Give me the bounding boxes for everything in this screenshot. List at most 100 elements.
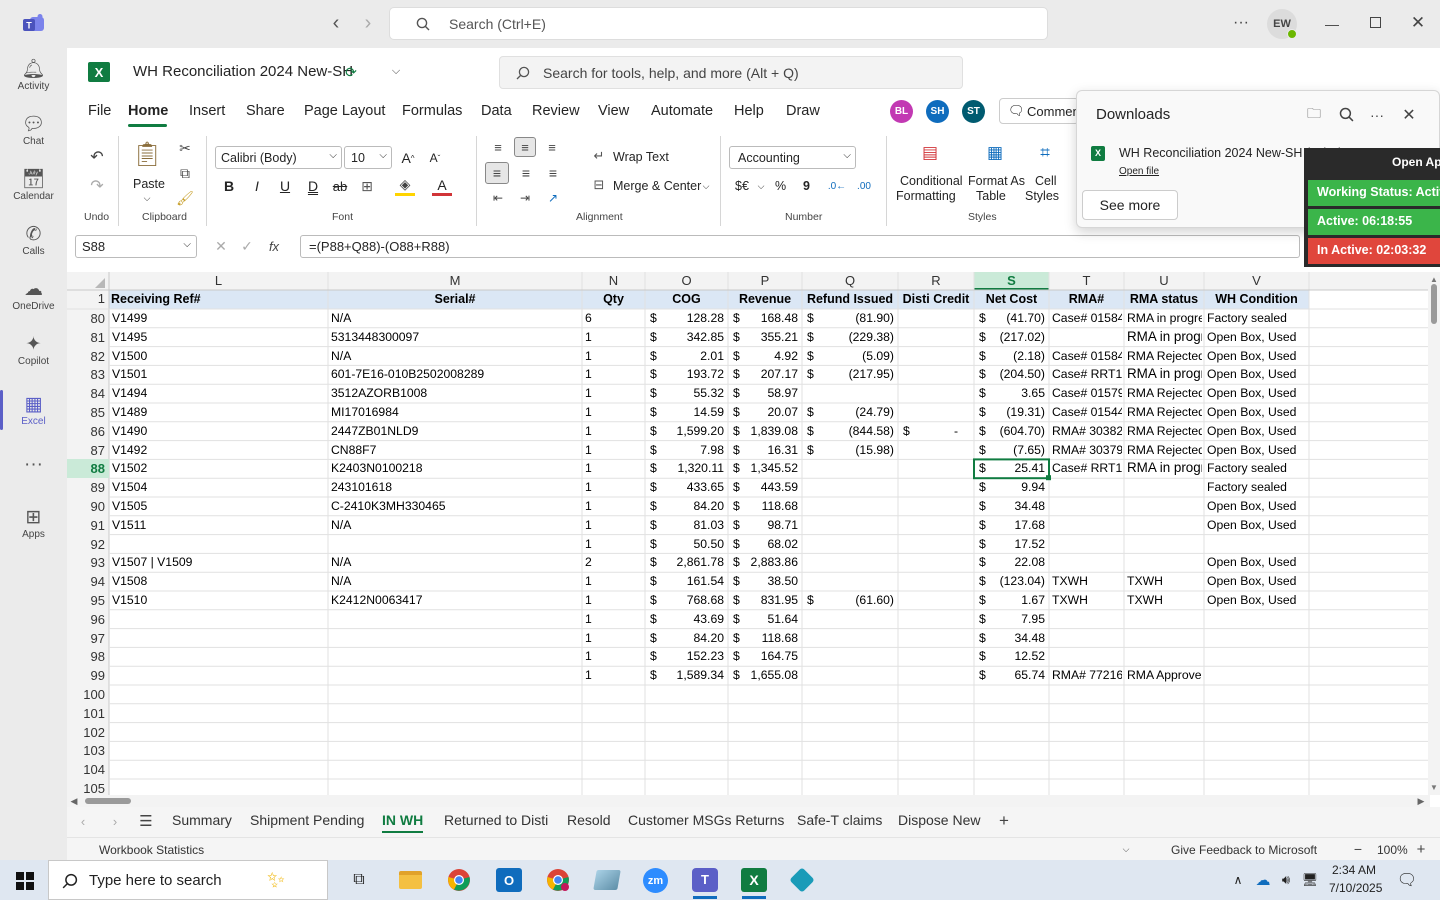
- data-cell[interactable]: 38.50: [742, 574, 799, 588]
- data-cell[interactable]: RMA Approved: [1127, 668, 1202, 682]
- data-cell[interactable]: V1505: [112, 499, 326, 513]
- data-cell[interactable]: Factory sealed: [1207, 461, 1307, 475]
- percent-button[interactable]: %: [775, 179, 786, 193]
- vertical-scrollbar[interactable]: ▲ ▼: [1428, 272, 1440, 795]
- clock-time[interactable]: 2:34 AM: [1332, 863, 1376, 877]
- data-cell[interactable]: RMA Rejected: [1127, 424, 1202, 438]
- data-cell[interactable]: 84.20: [659, 499, 725, 513]
- data-cell[interactable]: V1500: [112, 349, 326, 363]
- data-cell[interactable]: 1: [585, 499, 643, 513]
- data-cell[interactable]: N/A: [331, 518, 580, 532]
- sheet-tab[interactable]: Customer MSGs Returns: [628, 812, 784, 828]
- onedrive-tray-icon[interactable]: ☁︎: [1253, 871, 1273, 889]
- align-bottom-icon[interactable]: ≡: [542, 138, 562, 156]
- clock-date[interactable]: 7/10/2025: [1329, 881, 1382, 895]
- data-cell[interactable]: (123.04): [988, 574, 1045, 588]
- data-cell[interactable]: Open Box, Used: [1207, 593, 1307, 607]
- data-cell[interactable]: 5313448300097: [331, 330, 580, 344]
- data-cell[interactable]: (19.31): [988, 405, 1045, 419]
- row-header[interactable]: 80: [67, 311, 109, 326]
- column-header-p[interactable]: P: [728, 272, 802, 290]
- column-header-n[interactable]: N: [582, 272, 645, 290]
- data-cell[interactable]: 17.68: [988, 518, 1046, 532]
- fill-handle[interactable]: [1046, 475, 1051, 481]
- rail-copilot[interactable]: ✦ Copilot: [0, 323, 67, 377]
- data-cell[interactable]: 1: [585, 349, 643, 363]
- row-header[interactable]: 97: [67, 631, 109, 646]
- data-cell[interactable]: (229.38): [816, 330, 894, 344]
- tab-draw[interactable]: Draw: [786, 103, 820, 119]
- data-cell[interactable]: 168.48: [742, 311, 798, 325]
- data-cell[interactable]: N/A: [331, 311, 580, 325]
- all-sheets-icon[interactable]: ☰: [137, 812, 155, 830]
- data-cell[interactable]: RMA Rejected: [1127, 386, 1202, 400]
- tray-chevron-icon[interactable]: ∧: [1230, 871, 1246, 889]
- data-cell[interactable]: V1489: [112, 405, 326, 419]
- data-cell[interactable]: RMA Rejected: [1127, 405, 1202, 419]
- data-cell[interactable]: 118.68: [742, 499, 798, 513]
- sheet-tab[interactable]: Summary: [172, 812, 232, 828]
- scroll-left-icon[interactable]: ◀: [69, 795, 79, 807]
- column-header-m[interactable]: M: [328, 272, 582, 290]
- network-icon[interactable]: 🖥︎: [1301, 871, 1319, 889]
- data-cell[interactable]: 1.67: [988, 593, 1045, 607]
- status-chevron-icon[interactable]: ⌵: [1120, 843, 1132, 855]
- conditional-label[interactable]: Conditional: [900, 174, 963, 188]
- data-cell[interactable]: Case# RRT126-006110: [1052, 461, 1122, 475]
- collaborator-avatar[interactable]: BL: [890, 100, 913, 123]
- data-cell[interactable]: 81.03: [659, 518, 725, 532]
- decrease-indent-icon[interactable]: ⇤: [488, 189, 508, 207]
- row-header[interactable]: 88: [67, 459, 109, 479]
- column-header-u[interactable]: U: [1124, 272, 1204, 290]
- data-cell[interactable]: 50.50: [659, 537, 725, 551]
- row-header[interactable]: 100: [67, 687, 109, 702]
- rail-more[interactable]: ···: [0, 440, 67, 490]
- data-cell[interactable]: Case# 01544448: [1052, 405, 1122, 419]
- data-cell[interactable]: V1510: [112, 593, 326, 607]
- paste-icon[interactable]: 📋︎: [132, 139, 162, 169]
- decrease-font-icon[interactable]: Aˇ: [425, 149, 445, 167]
- data-cell[interactable]: V1495: [112, 330, 326, 344]
- data-cell[interactable]: Open Box, Used: [1207, 367, 1307, 381]
- increase-decimal-icon[interactable]: .0←: [828, 178, 846, 194]
- column-header-l[interactable]: L: [109, 272, 328, 290]
- formula-input[interactable]: =(P88+Q88)-(O88+R88): [300, 235, 1300, 258]
- data-cell[interactable]: 1: [585, 424, 643, 438]
- double-underline-icon[interactable]: D: [304, 177, 322, 195]
- data-cell[interactable]: 55.32: [659, 386, 725, 400]
- data-cell[interactable]: RMA Rejected: [1127, 349, 1202, 363]
- data-cell[interactable]: 1: [585, 537, 643, 551]
- tab-help[interactable]: Help: [734, 103, 764, 119]
- fill-color-icon[interactable]: ◈: [395, 176, 415, 196]
- data-cell[interactable]: Case# 01584964: [1052, 349, 1122, 363]
- data-cell[interactable]: 433.65: [659, 480, 724, 494]
- spreadsheet-grid[interactable]: L M N O P Q R S T U V 1 Receiving Ref# Serial# Qty COG R…: [67, 272, 1430, 795]
- data-cell[interactable]: 443.59: [742, 480, 798, 494]
- data-cell[interactable]: Case# RRT126-006009: [1052, 367, 1122, 381]
- data-cell[interactable]: TXWH: [1052, 593, 1122, 607]
- data-cell[interactable]: (844.58): [816, 424, 894, 438]
- data-cell[interactable]: Open Box, Used: [1207, 518, 1307, 532]
- data-cell[interactable]: 84.20: [659, 631, 725, 645]
- add-sheet-icon[interactable]: +: [995, 811, 1013, 831]
- name-box[interactable]: S88 ⌵: [75, 235, 197, 258]
- font-name-select[interactable]: Calibri (Body) ⌵: [215, 146, 342, 169]
- data-cell[interactable]: 34.48: [988, 499, 1046, 513]
- bold-icon[interactable]: B: [220, 177, 238, 195]
- zoom-out-icon[interactable]: −: [1350, 841, 1366, 857]
- cell-label[interactable]: Cell: [1035, 174, 1057, 188]
- data-cell[interactable]: 1: [585, 612, 643, 626]
- data-cell[interactable]: V1511: [112, 518, 326, 532]
- data-cell[interactable]: 1: [585, 443, 643, 457]
- row-header[interactable]: 92: [67, 537, 109, 552]
- row-header[interactable]: 87: [67, 443, 109, 458]
- file-explorer-icon[interactable]: [399, 871, 422, 889]
- restore-icon[interactable]: [1370, 17, 1381, 28]
- row-header[interactable]: 89: [67, 480, 109, 495]
- data-cell[interactable]: Open Box, Used: [1207, 424, 1307, 438]
- insert-function-icon[interactable]: fx: [262, 237, 286, 255]
- data-cell[interactable]: 58.97: [742, 386, 799, 400]
- data-cell[interactable]: Factory sealed: [1207, 311, 1307, 325]
- data-cell[interactable]: V1499: [112, 311, 326, 325]
- tab-review[interactable]: Review: [532, 103, 580, 119]
